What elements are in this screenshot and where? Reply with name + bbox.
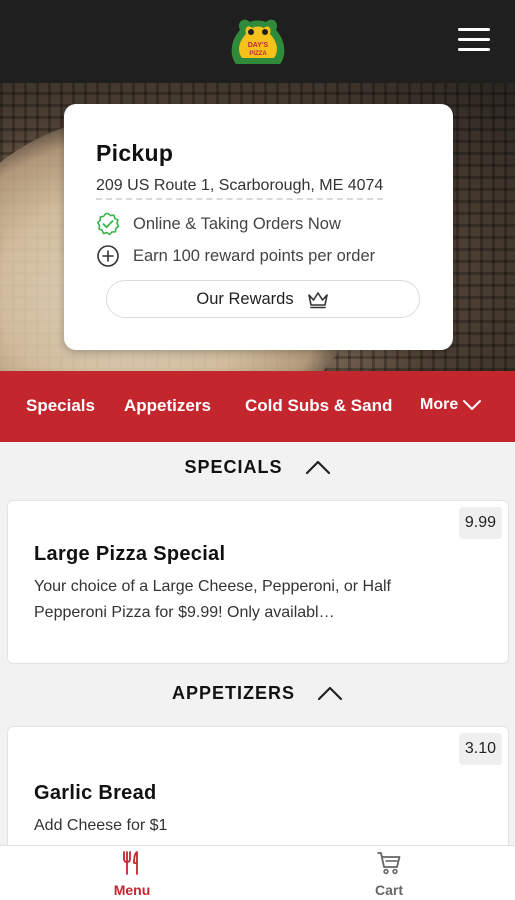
item-description: Your choice of a Large Cheese, Pepperoni…: [34, 578, 391, 621]
chevron-up-icon: [305, 460, 330, 475]
pickup-card: Pickup 209 US Route 1, Scarborough, ME 4…: [64, 104, 453, 350]
pickup-title: Pickup: [96, 140, 174, 166]
nav-cart-label: Cart: [374, 882, 403, 898]
section-title: SPECIALS: [184, 456, 283, 477]
menu-item-card[interactable]: 9.99 Large Pizza Special Your choice of …: [7, 500, 509, 664]
more-label: More: [420, 396, 459, 413]
reward-points-row: Earn 100 reward points per order: [96, 244, 375, 268]
our-rewards-button[interactable]: Our Rewards: [106, 280, 420, 318]
item-name: Garlic Bread: [34, 782, 157, 804]
reward-points-text: Earn 100 reward points per order: [133, 246, 376, 265]
section-header-appetizers[interactable]: APPETIZERS: [0, 677, 515, 709]
plus-circle-icon: [97, 245, 119, 267]
chevron-up-icon: [317, 686, 343, 701]
category-more-dropdown[interactable]: More: [420, 396, 482, 414]
cart-icon: [377, 852, 401, 875]
nav-menu-tab[interactable]: Menu: [72, 850, 192, 898]
store-address[interactable]: 209 US Route 1, Scarborough, ME 4074: [96, 177, 384, 200]
check-badge-icon: [96, 212, 120, 236]
fork-knife-icon: [123, 851, 138, 875]
chevron-down-icon: [463, 400, 482, 410]
bottom-nav-bar: Menu Cart: [0, 845, 515, 900]
section-title: APPETIZERS: [171, 682, 296, 703]
svg-text:PIZZA: PIZZA: [249, 51, 267, 57]
days-pizza-logo[interactable]: DAY'S PIZZA: [226, 14, 290, 68]
category-tab-cold-subs[interactable]: Cold Subs & Sand: [245, 396, 392, 416]
svg-text:DAY'S: DAY'S: [248, 42, 269, 49]
order-status-row: Online & Taking Orders Now: [96, 212, 341, 236]
category-nav: Specials Appetizers Cold Subs & Sand Mor…: [0, 371, 515, 442]
nav-menu-label: Menu: [113, 882, 151, 898]
category-tab-specials[interactable]: Specials: [26, 396, 95, 416]
section-header-specials[interactable]: SPECIALS: [0, 451, 515, 483]
price-badge: 3.10: [458, 733, 502, 765]
hamburger-menu-icon[interactable]: [458, 28, 490, 54]
nav-cart-tab[interactable]: Cart: [329, 850, 449, 898]
item-name: Large Pizza Special: [34, 543, 226, 565]
price-badge: 9.99: [458, 507, 502, 539]
top-app-bar: DAY'S PIZZA: [0, 0, 515, 83]
crown-icon: [307, 292, 328, 309]
item-description: Add Cheese for $1: [34, 817, 168, 834]
category-tab-appetizers[interactable]: Appetizers: [124, 396, 211, 416]
our-rewards-label: Our Rewards: [196, 289, 294, 308]
order-status-text: Online & Taking Orders Now: [133, 214, 341, 233]
